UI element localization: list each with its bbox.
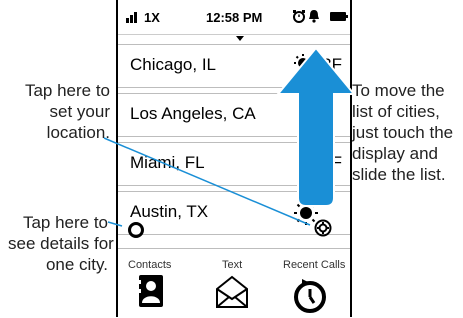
- callout-line: Tap here to: [24, 81, 110, 100]
- contacts-label[interactable]: Contacts: [128, 259, 171, 271]
- contacts-icon[interactable]: [138, 275, 164, 307]
- dock: Contacts Text Recent Calls: [118, 248, 350, 318]
- city-name: Los Angeles, CA: [130, 104, 256, 123]
- signal-strength-icon: [126, 12, 137, 23]
- city-name: Austin, TX: [130, 202, 209, 221]
- pull-down-tab-icon[interactable]: [236, 36, 244, 41]
- callout-city-details: Tap here to see details for one city.: [8, 212, 114, 275]
- callout-line: list of cities,: [352, 102, 440, 121]
- set-location-gear-icon[interactable]: [314, 219, 332, 237]
- callout-scroll-list: To move the list of cities, just touch t…: [352, 80, 462, 185]
- status-time: 12:58 PM: [206, 10, 263, 25]
- recent-calls-label[interactable]: Recent Calls: [283, 259, 345, 271]
- recent-calls-clock-icon[interactable]: [292, 275, 328, 313]
- city-name: Chicago, IL: [130, 55, 216, 74]
- callout-line: set your: [49, 102, 110, 121]
- callout-line: one city.: [45, 255, 108, 274]
- text-label[interactable]: Text: [222, 259, 242, 271]
- callout-line: To move the: [352, 81, 445, 100]
- callout-line: display and: [352, 144, 439, 163]
- envelope-icon[interactable]: [215, 275, 249, 309]
- status-bar: 1X 12:58 PM: [118, 0, 350, 35]
- network-type: 1X: [144, 10, 160, 25]
- callout-line: just touch the: [352, 123, 454, 142]
- callout-line: Tap here to: [22, 213, 108, 232]
- city-details-button[interactable]: [128, 222, 144, 238]
- callout-line: see details for: [8, 234, 114, 253]
- callout-set-location: Tap here to set your location.: [14, 80, 110, 143]
- scroll-up-arrow-icon: [276, 48, 356, 207]
- battery-icon: [330, 12, 348, 21]
- callout-line: location.: [46, 123, 110, 142]
- callout-line: slide the list.: [352, 165, 446, 184]
- bell-icon: [309, 10, 319, 23]
- city-name: Miami, FL: [130, 153, 205, 172]
- alarm-icon: [293, 10, 305, 23]
